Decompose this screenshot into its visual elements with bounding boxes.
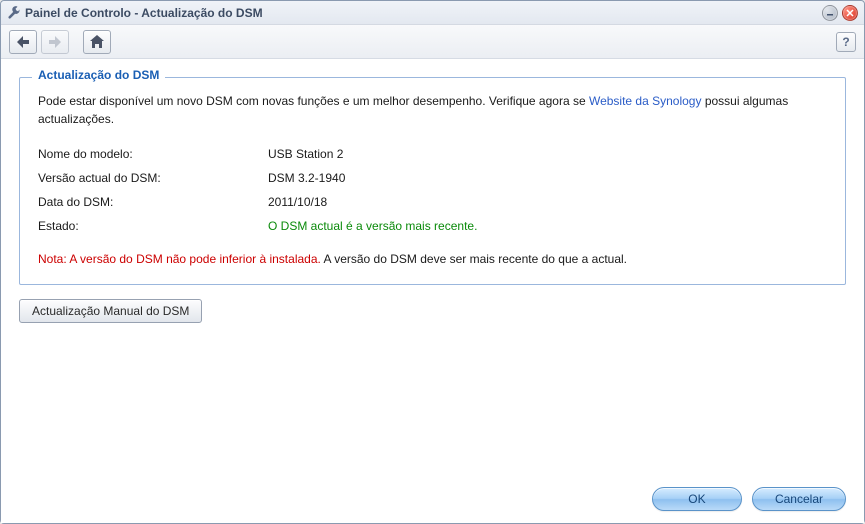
row-model: Nome do modelo: USB Station 2 xyxy=(38,142,477,166)
intro-before: Pode estar disponível um novo DSM com no… xyxy=(38,94,589,108)
help-button[interactable]: ? xyxy=(836,32,856,52)
row-date: Data do DSM: 2011/10/18 xyxy=(38,190,477,214)
synology-website-link[interactable]: Website da Synology xyxy=(589,94,702,108)
date-value: 2011/10/18 xyxy=(268,190,477,214)
home-button[interactable] xyxy=(83,30,111,54)
note-rest: A versão do DSM deve ser mais recente do… xyxy=(321,252,627,266)
titlebar: Painel de Controlo - Actualização do DSM xyxy=(1,1,864,25)
version-label: Versão actual do DSM: xyxy=(38,166,268,190)
row-status: Estado: O DSM actual é a versão mais rec… xyxy=(38,214,477,238)
back-button[interactable] xyxy=(9,30,37,54)
forward-button[interactable] xyxy=(41,30,69,54)
version-value: DSM 3.2-1940 xyxy=(268,166,477,190)
info-table: Nome do modelo: USB Station 2 Versão act… xyxy=(38,142,477,238)
window: Painel de Controlo - Actualização do DSM… xyxy=(0,0,865,524)
manual-update-button[interactable]: Actualização Manual do DSM xyxy=(19,299,202,323)
update-fieldset: Actualização do DSM Pode estar disponíve… xyxy=(19,77,846,285)
window-title: Painel de Controlo - Actualização do DSM xyxy=(25,6,822,20)
ok-button[interactable]: OK xyxy=(652,487,742,511)
model-label: Nome do modelo: xyxy=(38,142,268,166)
status-value: O DSM actual é a versão mais recente. xyxy=(268,214,477,238)
footer-buttons: OK Cancelar xyxy=(652,487,846,511)
date-label: Data do DSM: xyxy=(38,190,268,214)
window-controls xyxy=(822,5,858,21)
model-value: USB Station 2 xyxy=(268,142,477,166)
fieldset-legend: Actualização do DSM xyxy=(32,68,165,82)
content-area: Actualização do DSM Pode estar disponíve… xyxy=(1,59,864,523)
minimize-button[interactable] xyxy=(822,5,838,21)
row-version: Versão actual do DSM: DSM 3.2-1940 xyxy=(38,166,477,190)
cancel-button[interactable]: Cancelar xyxy=(752,487,846,511)
note: Nota: A versão do DSM não pode inferior … xyxy=(38,252,827,266)
intro-text: Pode estar disponível um novo DSM com no… xyxy=(38,92,827,128)
note-warning: Nota: A versão do DSM não pode inferior … xyxy=(38,252,321,266)
close-button[interactable] xyxy=(842,5,858,21)
status-label: Estado: xyxy=(38,214,268,238)
wrench-icon xyxy=(7,6,21,20)
toolbar: ? xyxy=(1,25,864,59)
